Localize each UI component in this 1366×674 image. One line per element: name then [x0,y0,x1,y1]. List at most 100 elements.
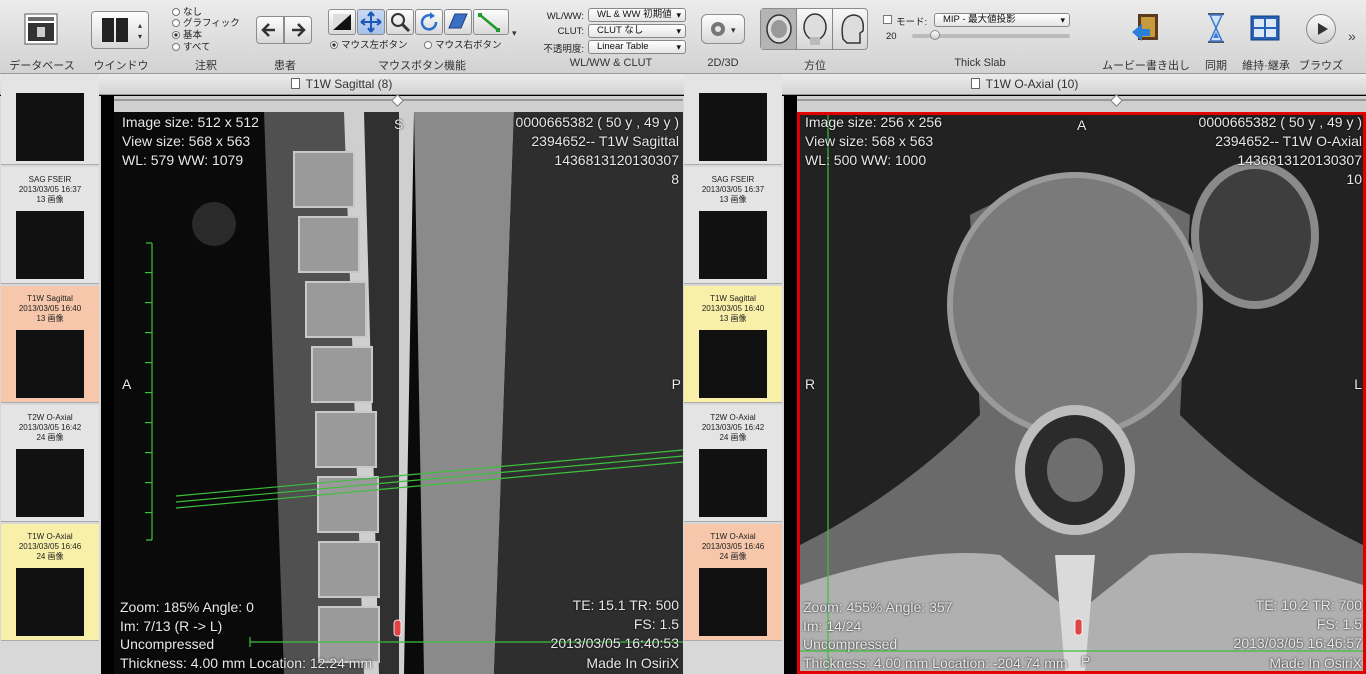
orientation-group [760,8,868,50]
thumb-date: 2013/03/05 16:42 [18,423,82,432]
thumb-count: 24 画像 [36,552,64,561]
browse-play-button[interactable] [1306,14,1336,44]
view-2d3d-button[interactable]: ▾ [701,14,745,44]
orientation-sagittal-button[interactable] [833,9,869,49]
thumb-date: 2013/03/05 16:40 [18,304,82,313]
series-thumb[interactable]: T2W O-Axial 2013/03/05 16:42 24 画像 [1,405,99,522]
window-title: T1W Sagittal (8) [305,77,393,91]
mode-label: モード: [896,17,928,28]
tool-wlww[interactable] [328,9,356,35]
overlay-fs: FS: 1.5 [633,616,679,632]
head-sagittal-icon [841,14,865,44]
thumb-date: 2013/03/05 16:37 [18,185,82,194]
document-icon [970,78,980,89]
tool-measure[interactable] [473,9,509,35]
overlay-image-size: Image size: 256 x 256 [805,114,942,130]
database-button[interactable] [23,11,59,47]
view-2d3d-label: 2D/3D [707,57,739,69]
image-slider-knob[interactable] [391,94,404,107]
tool-pan[interactable] [357,9,385,35]
ruler-icon [478,13,500,32]
wlww-select-label: WL/WW: [546,11,584,22]
sync-label: 同期 [1205,60,1227,72]
opacity-select[interactable]: Linear Table [588,40,686,54]
annotation-label: 注釈 [195,60,217,72]
prev-patient-button[interactable] [256,16,284,44]
tool-zoom[interactable] [386,9,414,35]
overlay-made-in: Made In OsiriX [1269,655,1362,671]
arrow-right-icon [292,23,306,37]
series-thumb[interactable]: T1W Sagittal 2013/03/05 16:40 13 画像 [684,286,782,403]
overlay-patient-id: 0000665382 ( 50 y , 49 y ) [1198,114,1362,130]
database-label: データベース [9,60,75,72]
orientation-marker-left: R [805,376,816,392]
orientation-marker-top: A [1077,117,1087,133]
overlay-zoom: Zoom: 455% Angle: 357 [803,599,953,615]
window-titlebar[interactable]: T1W O-Axial (10) [683,74,1366,95]
svg-text:▾: ▾ [138,32,142,41]
image-viewport-active[interactable]: Image size: 256 x 256 View size: 568 x 5… [797,112,1366,674]
series-thumb[interactable]: T1W O-Axial 2013/03/05 16:46 24 画像 [1,524,99,641]
next-patient-button[interactable] [284,16,312,44]
series-sidebar: SAG FSEIR 2013/03/05 16:37 13 画像 T1W Sagit… [0,74,101,674]
clut-select-label: CLUT: [557,26,584,37]
overlay-image-size: Image size: 512 x 512 [122,114,259,130]
thumb-image [16,211,84,279]
thumb-name: SAG FSEIR [711,175,755,184]
mouse-right-radio[interactable]: マウス右ボタン [424,40,502,51]
tool-rotate[interactable] [415,9,443,35]
orientation-axial-button[interactable] [761,9,797,49]
head-coronal-icon [803,13,827,45]
series-thumb-selected[interactable]: T1W O-Axial 2013/03/05 16:46 24 画像 [684,524,782,641]
window-titlebar[interactable]: T1W Sagittal (8) [0,74,683,95]
series-thumb[interactable] [684,74,782,165]
series-thumb[interactable]: SAG FSEIR 2013/03/05 16:37 13 画像 [1,167,99,284]
window-layout-button[interactable]: ▴ ▾ [91,11,149,49]
movie-export-button[interactable] [1128,10,1162,46]
contrast-icon [333,14,351,30]
image-slider-knob[interactable] [1110,94,1123,107]
series-thumb[interactable]: SAG FSEIR 2013/03/05 16:37 13 画像 [684,167,782,284]
thumb-date: 2013/03/05 16:37 [701,185,765,194]
sync-button[interactable] [1202,10,1230,46]
orientation-coronal-button[interactable] [797,9,833,49]
thumb-count: 24 画像 [719,552,747,561]
thumb-count: 13 画像 [36,314,64,323]
gear-icon: ▾ [711,22,736,36]
image-slider[interactable] [114,94,683,112]
thumb-date: 2013/03/05 16:42 [701,423,765,432]
thumb-date: 2013/03/05 16:46 [701,542,765,551]
image-viewport[interactable]: Image size: 512 x 512 View size: 568 x 5… [114,112,683,674]
toolbar-overflow-icon[interactable]: » [1348,28,1356,44]
clut-select[interactable]: CLUT なし [588,24,686,38]
wlww-clut-label: WL/WW & CLUT [569,57,653,69]
mode-select[interactable]: MIP - 最大値投影 [934,13,1070,27]
wlww-select[interactable]: WL & WW 初期値 [588,8,686,22]
opacity-select-label: 不透明度: [543,44,584,55]
overlay-compression: Uncompressed [120,636,215,652]
overlay-wlww: WL: 500 WW: 1000 [805,152,927,168]
series-thumb[interactable] [1,74,99,165]
series-sidebar: SAG FSEIR 2013/03/05 16:37 13 画像 T1W Sagit… [683,74,784,674]
thumb-image [699,330,767,398]
thumb-count: 13 画像 [36,195,64,204]
keep-settings-button[interactable] [1249,12,1281,44]
svg-text:▴: ▴ [138,21,142,30]
tool-more-arrow[interactable]: ▾ [512,28,517,39]
slab-slider[interactable] [912,30,1070,40]
image-slider[interactable] [797,94,1366,112]
thumb-image [699,211,767,279]
annotation-none-radio[interactable]: なし [172,7,202,18]
series-thumb-selected[interactable]: T1W Sagittal 2013/03/05 16:40 13 画像 [1,286,99,403]
mouse-left-radio[interactable]: マウス左ボタン [330,40,408,51]
overlay-zoom: Zoom: 185% Angle: 0 [120,599,254,615]
annotation-graphic-radio[interactable]: グラフィック [172,18,240,29]
series-thumb[interactable]: T2W O-Axial 2013/03/05 16:42 24 画像 [684,405,782,522]
slab-slider-knob[interactable] [930,30,940,40]
thumb-name: T2W O-Axial [710,413,756,422]
annotation-all-radio[interactable]: すべて [172,42,210,53]
thick-slab-checkbox[interactable] [883,15,892,24]
overlay-fs: FS: 1.5 [1316,616,1362,632]
tool-scroll[interactable] [444,9,472,35]
annotation-basic-radio[interactable]: 基本 [172,30,202,41]
